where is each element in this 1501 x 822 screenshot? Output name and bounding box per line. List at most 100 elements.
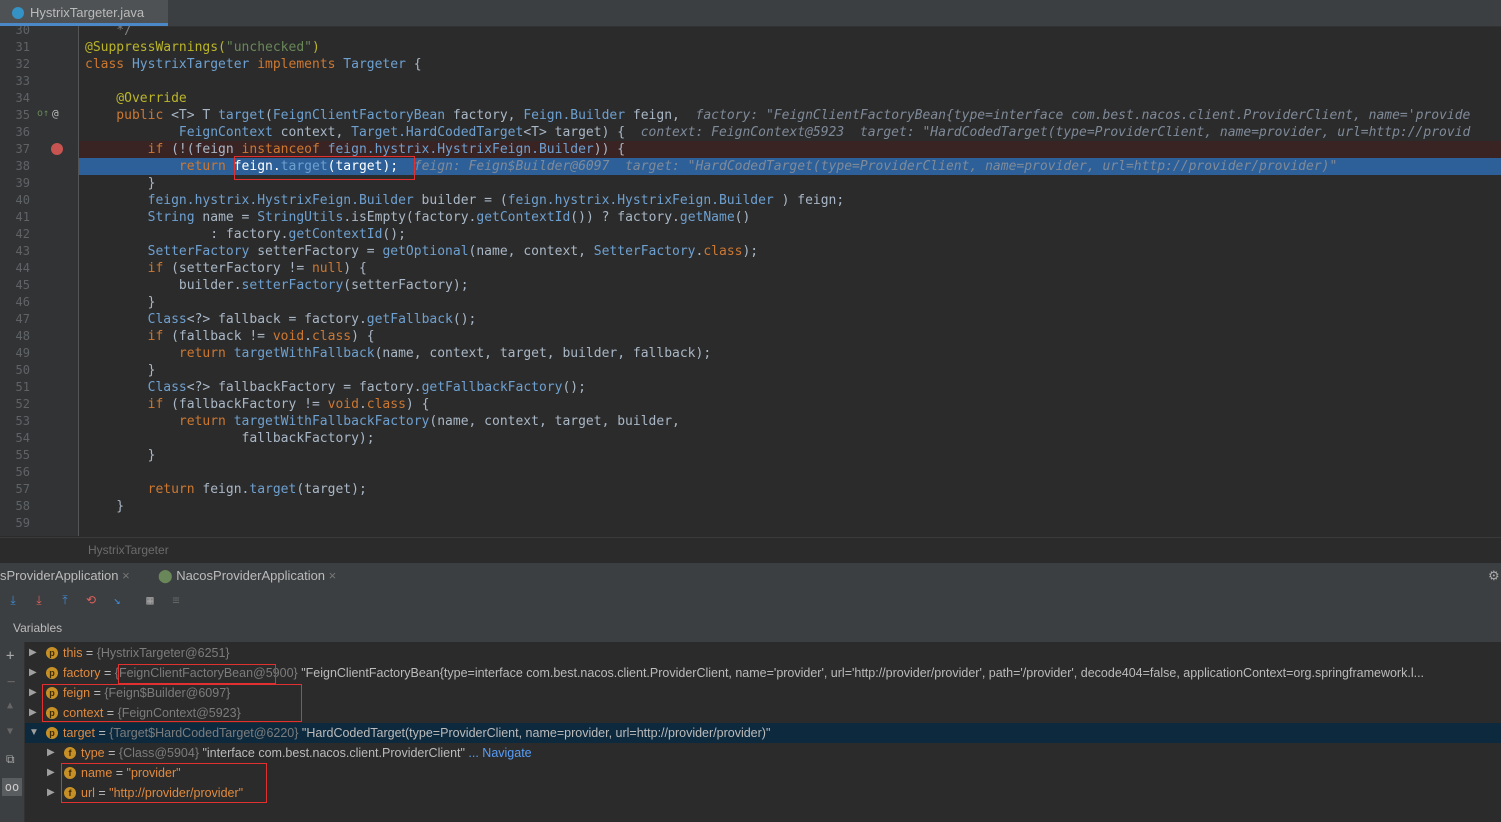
evaluate-icon[interactable]: ▦ bbox=[143, 593, 157, 607]
move-up-icon[interactable]: ▲ bbox=[7, 700, 13, 711]
code-token: Feign.Builder bbox=[523, 108, 626, 123]
code-line: FeignContext context, Target.HardCodedTa… bbox=[85, 124, 1470, 141]
copy-icon[interactable]: ⧉ bbox=[6, 752, 15, 767]
close-icon[interactable]: × bbox=[122, 568, 130, 583]
expand-arrow-icon[interactable]: ▶ bbox=[29, 643, 37, 663]
navigate-link[interactable]: ... Navigate bbox=[465, 746, 531, 760]
code-line: String name = StringUtils.isEmpty(factor… bbox=[85, 209, 751, 226]
remove-watch-icon[interactable]: − bbox=[7, 674, 15, 690]
line-number: 39 bbox=[15, 176, 30, 190]
code-token: instanceof bbox=[241, 142, 328, 157]
code-token: feign.hystrix.HystrixFeign.Builder bbox=[147, 193, 414, 208]
run-to-cursor-icon[interactable]: ↘ bbox=[110, 593, 124, 607]
code-token: SetterFactory bbox=[147, 244, 250, 259]
expand-arrow-icon[interactable]: ▶ bbox=[29, 703, 37, 723]
code-token: class bbox=[703, 244, 743, 259]
code-token: Target.HardCodedTarget bbox=[351, 125, 524, 140]
code-token: if bbox=[85, 397, 172, 412]
debug-tab-provider[interactable]: sProviderApplication × bbox=[0, 563, 130, 589]
step-out-icon[interactable]: ⤒ bbox=[58, 593, 72, 607]
add-watch-icon[interactable]: + bbox=[6, 648, 14, 664]
code-line: feign.hystrix.HystrixFeign.Builder build… bbox=[85, 192, 845, 209]
variable-row-this[interactable]: ▶ p this = {HystrixTargeter@6251} bbox=[25, 643, 1501, 663]
variable-text: this = {HystrixTargeter@6251} bbox=[63, 643, 230, 663]
code-editor[interactable]: 30 */ 31 @SuppressWarnings("unchecked") 32 c… bbox=[0, 26, 1501, 536]
code-token: )) { bbox=[593, 142, 626, 157]
gear-icon[interactable]: ⚙ bbox=[1488, 563, 1500, 589]
collapse-arrow-icon[interactable]: ▼ bbox=[29, 723, 39, 743]
file-tab[interactable]: HystrixTargeter.java bbox=[0, 0, 169, 26]
code-token: } bbox=[85, 295, 156, 310]
line-number: 36 bbox=[15, 125, 30, 139]
code-token: target bbox=[218, 108, 266, 123]
code-token: } bbox=[85, 499, 125, 514]
code-token: getFallback bbox=[366, 312, 453, 327]
code-token: . bbox=[358, 397, 367, 412]
move-down-icon[interactable]: ▼ bbox=[7, 726, 13, 737]
code-token: .isEmpty(factory. bbox=[343, 210, 477, 225]
parameter-icon: p bbox=[46, 727, 58, 739]
inline-debug-hint: factory: "FeignClientFactoryBean{type=in… bbox=[695, 108, 1471, 123]
expand-arrow-icon[interactable]: ▶ bbox=[47, 783, 55, 803]
expand-arrow-icon[interactable]: ▶ bbox=[29, 683, 37, 703]
code-token: ) { bbox=[351, 329, 375, 344]
code-line: } bbox=[85, 294, 156, 311]
code-token: "unchecked" bbox=[225, 40, 312, 55]
code-token: { bbox=[413, 57, 422, 72]
expand-arrow-icon[interactable]: ▶ bbox=[47, 763, 55, 783]
code-token: @Override bbox=[85, 91, 187, 106]
breakpoint-icon[interactable] bbox=[51, 143, 63, 155]
code-token: context, bbox=[272, 125, 352, 140]
line-number: 55 bbox=[15, 448, 30, 462]
line-number: 31 bbox=[15, 40, 30, 54]
code-token: void bbox=[327, 397, 359, 412]
override-gutter-icon[interactable]: o↑ bbox=[37, 108, 49, 119]
code-token: <T> target) { bbox=[523, 125, 641, 140]
expand-arrow-icon[interactable]: ▶ bbox=[47, 743, 55, 763]
app-icon: ⬤ bbox=[158, 568, 173, 583]
code-token: feign. bbox=[202, 482, 250, 497]
variable-row-target[interactable]: ▼ p target = {Target$HardCodedTarget@6220}… bbox=[25, 723, 1501, 743]
parameter-icon: p bbox=[46, 667, 58, 679]
drop-frame-icon[interactable]: ⟲ bbox=[84, 593, 98, 607]
code-token: ) bbox=[311, 40, 320, 55]
code-token: (target); bbox=[296, 482, 367, 497]
code-token: FeignClientFactoryBean bbox=[272, 108, 446, 123]
expand-arrow-icon[interactable]: ▶ bbox=[29, 663, 37, 683]
code-token: return bbox=[85, 414, 234, 429]
breadcrumb[interactable]: HystrixTargeter bbox=[0, 537, 1501, 561]
annotation-gutter-icon[interactable]: @ bbox=[52, 107, 59, 120]
line-number: 40 bbox=[15, 193, 30, 207]
inline-debug-hint: feign: Feign$Builder@6097 target: "HardC… bbox=[413, 159, 1338, 174]
watches-toggle-icon[interactable]: oo bbox=[2, 778, 22, 796]
code-token: (name, context, target, builder, bbox=[429, 414, 680, 429]
code-line: if (fallbackFactory != void.class) { bbox=[85, 396, 430, 413]
code-token: Class bbox=[147, 312, 187, 327]
trace-icon[interactable]: ≡ bbox=[169, 593, 183, 607]
code-line: if (setterFactory != null) { bbox=[85, 260, 367, 277]
code-token: StringUtils bbox=[257, 210, 344, 225]
debug-tab-nacos[interactable]: ⬤ NacosProviderApplication × bbox=[158, 563, 336, 589]
code-token: feign.hystrix.HystrixFeign.Builder bbox=[507, 193, 774, 208]
code-token: factory, bbox=[445, 108, 524, 123]
code-token: targetWithFallback bbox=[233, 346, 375, 361]
close-icon[interactable]: × bbox=[329, 568, 337, 583]
java-class-icon bbox=[12, 7, 24, 19]
step-over-icon[interactable]: ⤓ bbox=[6, 593, 20, 607]
code-token: feign, bbox=[625, 108, 696, 123]
code-token: (setterFactory != bbox=[171, 261, 312, 276]
code-token: SetterFactory bbox=[593, 244, 696, 259]
code-token: Class bbox=[147, 380, 187, 395]
line-number: 45 bbox=[15, 278, 30, 292]
variable-row-type[interactable]: ▶ f type = {Class@5904} "interface com.bes… bbox=[25, 743, 1501, 763]
line-number: 32 bbox=[15, 57, 30, 71]
code-token: targetWithFallbackFactory bbox=[233, 414, 430, 429]
code-token: <?> fallbackFactory = factory. bbox=[186, 380, 422, 395]
highlight-box bbox=[42, 684, 302, 722]
code-line: fallbackFactory); bbox=[85, 430, 375, 447]
step-into-icon[interactable]: ⤓ bbox=[32, 593, 46, 607]
code-token: if bbox=[85, 261, 172, 276]
line-number: 53 bbox=[15, 414, 30, 428]
